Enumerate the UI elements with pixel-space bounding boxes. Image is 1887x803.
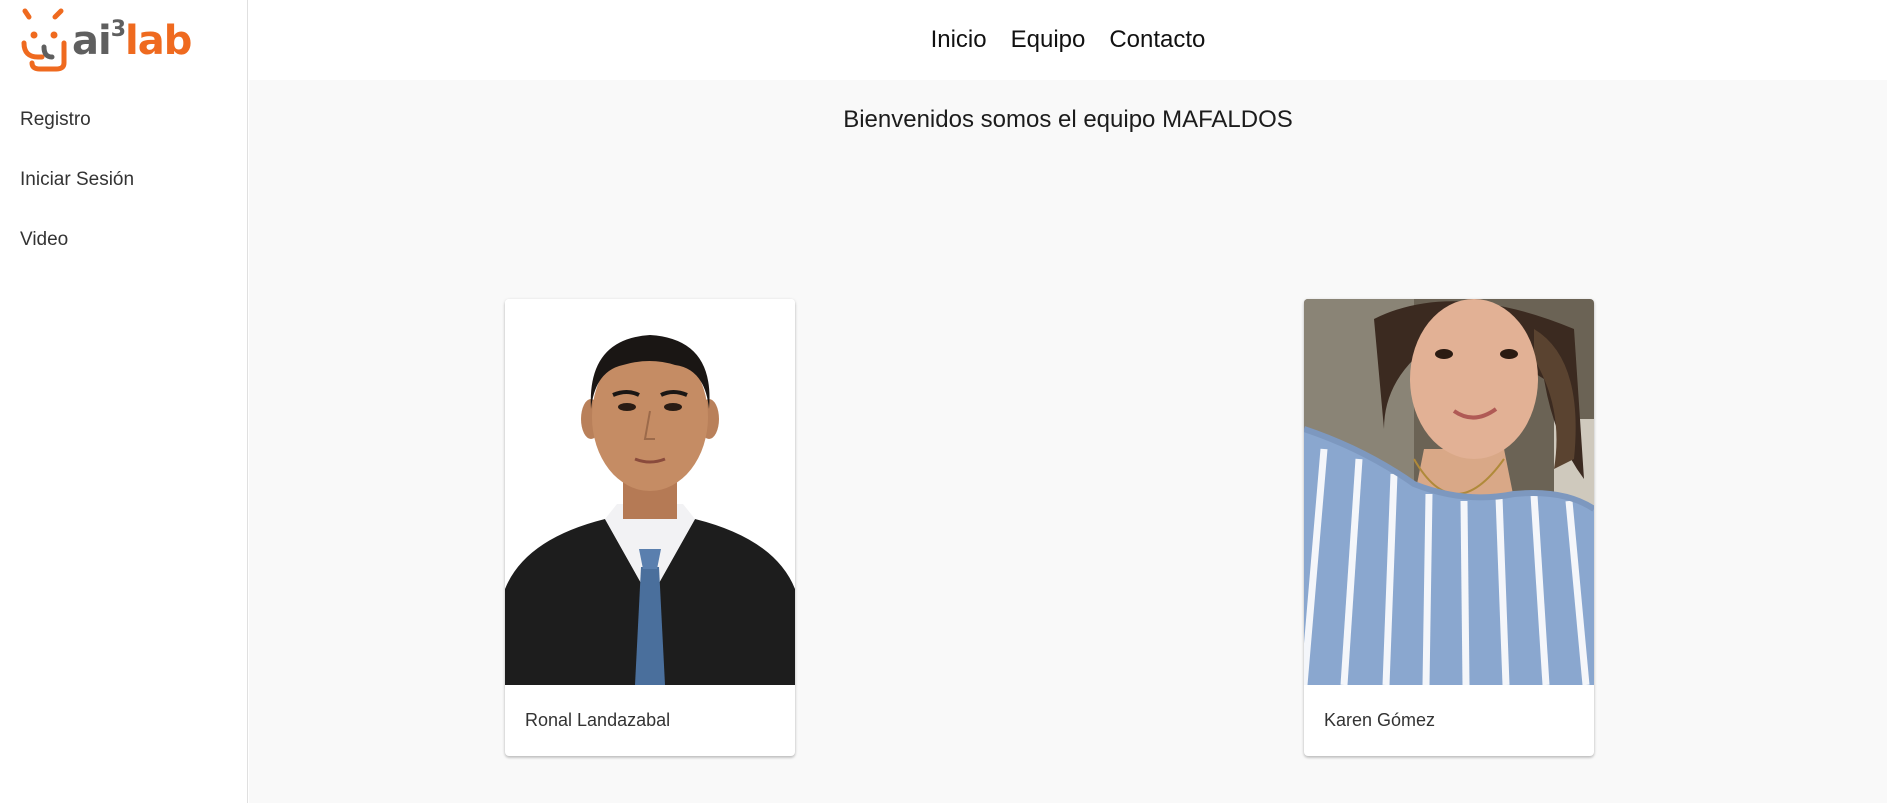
logo-wordmark: ai3lab (72, 17, 192, 64)
top-nav-bar: Inicio Equipo Contacto (249, 0, 1887, 80)
nav-link-contacto[interactable]: Contacto (1109, 26, 1205, 54)
nav-link-inicio[interactable]: Inicio (931, 26, 987, 54)
sidebar-item-registro[interactable]: Registro (0, 90, 248, 150)
nav-link-equipo[interactable]: Equipo (1011, 26, 1086, 54)
sidebar-item-video[interactable]: Video (0, 210, 248, 270)
sidebar-item-label: Video (20, 229, 69, 250)
logo-mascot-icon (21, 8, 67, 72)
ai3lab-logo[interactable]: ai3lab (20, 6, 200, 74)
page-title: Bienvenidos somos el equipo MAFALDOS (843, 106, 1293, 133)
sidebar-item-iniciar-sesion[interactable]: Iniciar Sesión (0, 150, 248, 210)
member-photo (505, 299, 795, 685)
sidebar-item-label: Registro (20, 109, 91, 130)
sidebar: ai3lab Registro Iniciar Sesión Video (0, 0, 248, 803)
member-name: Ronal Landazabal (525, 710, 671, 730)
main-content: Bienvenidos somos el equipo MAFALDOS Ron… (249, 80, 1887, 803)
sidebar-nav: Registro Iniciar Sesión Video (0, 100, 248, 270)
member-card: Ronal Landazabal (505, 299, 795, 756)
member-photo (1304, 299, 1594, 685)
app-root: ai3lab Registro Iniciar Sesión Video Ini… (0, 0, 1887, 803)
sidebar-item-label: Iniciar Sesión (20, 169, 135, 190)
member-card: Karen Gómez (1304, 299, 1594, 756)
member-name: Karen Gómez (1324, 710, 1436, 730)
